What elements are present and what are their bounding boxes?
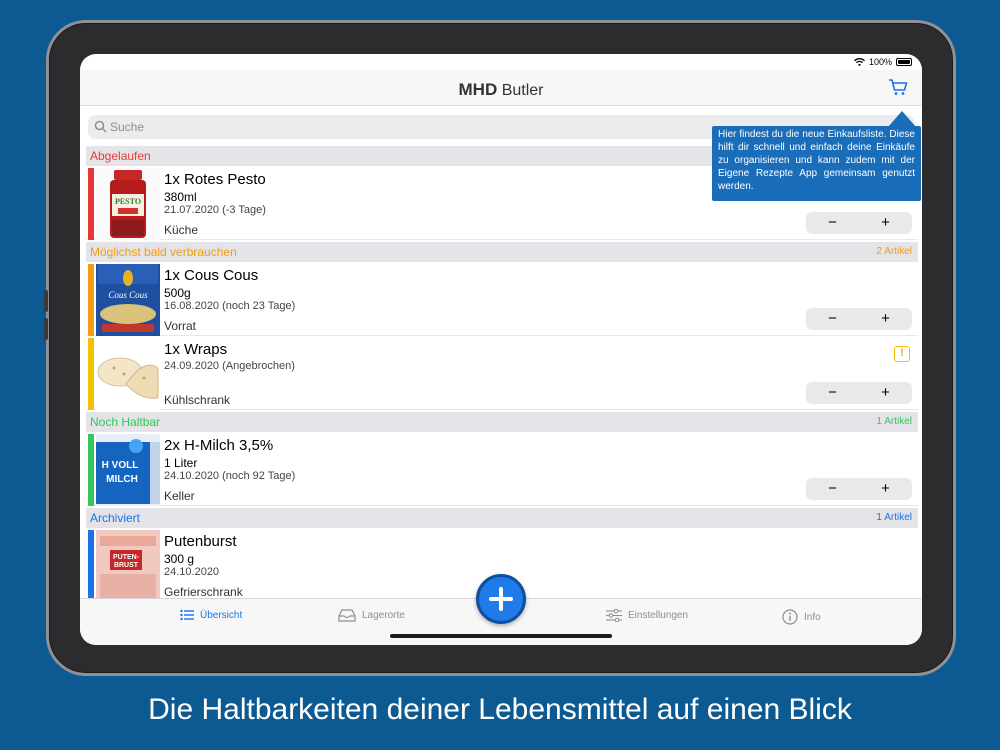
battery-percent: 100% bbox=[868, 57, 892, 67]
item-date: 24.09.2020 (Angebrochen) bbox=[164, 360, 295, 372]
item-name: 1x Wraps bbox=[164, 341, 228, 358]
item-date: 16.08.2020 (noch 23 Tage) bbox=[164, 300, 296, 312]
couscous-label: Cous Cous bbox=[108, 290, 148, 300]
item-location: Gefrierschrank bbox=[164, 585, 243, 598]
wifi-icon bbox=[854, 58, 865, 66]
list-item[interactable]: 1x Wraps 24.09.2020 (Angebrochen) Kühlsc… bbox=[86, 338, 918, 410]
volume-button-down bbox=[44, 318, 48, 340]
product-image-wraps bbox=[96, 338, 160, 410]
status-stripe bbox=[88, 434, 94, 506]
item-location: Vorrat bbox=[164, 319, 197, 333]
status-stripe bbox=[88, 338, 94, 410]
section-header-soon: Möglichst bald verbrauchen 2 Artikel bbox=[86, 242, 918, 262]
item-location: Küche bbox=[164, 223, 199, 237]
tab-einstellungen[interactable]: Einstellungen bbox=[606, 609, 688, 622]
volume-button-up bbox=[44, 290, 48, 312]
item-name: 1x Rotes Pesto bbox=[164, 171, 266, 188]
item-amount: 1 Liter bbox=[164, 456, 198, 470]
section-header-ok: Noch Haltbar 1 Artikel bbox=[86, 412, 918, 432]
status-bar: 100% bbox=[80, 54, 922, 70]
sliders-icon bbox=[606, 609, 622, 622]
increment-button[interactable]: + bbox=[859, 478, 912, 500]
milk-label-1: H VOLL bbox=[102, 460, 139, 471]
product-image-putenbrust: PUTEN- BRUST bbox=[96, 530, 160, 598]
shopping-list-tooltip[interactable]: Hier findest du die neue Einkaufsliste. … bbox=[712, 126, 921, 201]
product-image-couscous: Cous Cous bbox=[96, 264, 160, 336]
pute-label-2: BRUST bbox=[114, 562, 139, 569]
pesto-label: PESTO bbox=[115, 197, 141, 206]
list-icon bbox=[180, 609, 194, 621]
section-title: Archiviert bbox=[90, 511, 141, 525]
tab-info[interactable]: Info bbox=[782, 609, 821, 625]
section-count: 1 Artikel bbox=[876, 512, 912, 523]
item-date: 24.10.2020 bbox=[164, 566, 220, 578]
app-title: MHD Butler bbox=[80, 80, 922, 100]
nav-bar: MHD Butler bbox=[80, 70, 922, 106]
increment-button[interactable]: + bbox=[859, 212, 912, 234]
section-title: Noch Haltbar bbox=[90, 415, 161, 429]
tray-icon bbox=[338, 609, 356, 622]
pute-label-1: PUTEN- bbox=[113, 554, 140, 561]
quantity-stepper: − + bbox=[806, 382, 912, 404]
section-count: 1 Artikel bbox=[876, 416, 912, 427]
item-list: Abgelaufen PESTO 1x Rotes Pesto 380ml 21… bbox=[86, 144, 918, 598]
tab-lagerorte[interactable]: Lagerorte bbox=[338, 609, 405, 622]
app-title-rest: Butler bbox=[501, 82, 544, 99]
decrement-button[interactable]: − bbox=[806, 382, 859, 404]
product-image-milk: H VOLL MILCH bbox=[96, 434, 160, 506]
increment-button[interactable]: + bbox=[859, 308, 912, 330]
section-header-archived: Archiviert 1 Artikel bbox=[86, 508, 918, 528]
quantity-stepper: − + bbox=[806, 478, 912, 500]
item-name: 2x H-Milch 3,5% bbox=[164, 437, 274, 454]
product-image-pesto: PESTO bbox=[96, 168, 160, 240]
status-stripe bbox=[88, 168, 94, 240]
decrement-button[interactable]: − bbox=[806, 308, 859, 330]
milk-label-2: MILCH bbox=[106, 474, 138, 485]
search-icon bbox=[94, 120, 107, 133]
tab-label: Info bbox=[804, 611, 821, 623]
decrement-button[interactable]: − bbox=[806, 212, 859, 234]
shopping-cart-button[interactable] bbox=[888, 78, 910, 98]
app-screen: 100% MHD Butler Abgelaufen bbox=[80, 54, 922, 645]
cart-icon bbox=[889, 79, 908, 95]
status-stripe bbox=[88, 530, 94, 598]
add-item-button[interactable] bbox=[476, 574, 526, 624]
list-item[interactable]: H VOLL MILCH 2x H-Milch 3,5% 1 Liter 24.… bbox=[86, 434, 918, 506]
tooltip-arrow bbox=[888, 111, 916, 127]
quantity-stepper: − + bbox=[806, 308, 912, 330]
marketing-caption: Die Haltbarkeiten deiner Lebensmittel au… bbox=[148, 693, 852, 726]
tab-uebersicht[interactable]: Übersicht bbox=[180, 609, 242, 621]
item-location: Keller bbox=[164, 489, 195, 503]
item-amount: 380ml bbox=[164, 190, 197, 204]
section-title: Abgelaufen bbox=[90, 149, 151, 163]
item-name: Putenburst bbox=[164, 533, 237, 550]
tab-label: Einstellungen bbox=[628, 610, 689, 621]
increment-button[interactable]: + bbox=[859, 382, 912, 404]
status-stripe bbox=[88, 264, 94, 336]
section-count: 2 Artikel bbox=[876, 246, 912, 257]
item-amount: 500g bbox=[164, 286, 191, 300]
section-title: Möglichst bald verbrauchen bbox=[90, 245, 237, 259]
tab-label: Lagerorte bbox=[362, 610, 405, 621]
item-amount: 300 g bbox=[164, 552, 195, 566]
item-location: Kühlschrank bbox=[164, 393, 231, 407]
quantity-stepper: − + bbox=[806, 212, 912, 234]
item-date: 24.10.2020 (noch 92 Tage) bbox=[164, 470, 296, 482]
tab-label: Übersicht bbox=[200, 609, 243, 621]
item-date: 21.07.2020 (-3 Tage) bbox=[164, 204, 266, 216]
search-input[interactable] bbox=[110, 115, 810, 139]
home-indicator bbox=[390, 634, 612, 638]
decrement-button[interactable]: − bbox=[806, 478, 859, 500]
app-title-bold: MHD bbox=[458, 80, 498, 99]
info-icon bbox=[782, 609, 798, 625]
item-name: 1x Cous Cous bbox=[164, 267, 259, 284]
battery-icon bbox=[896, 58, 912, 66]
warning-icon: ! bbox=[894, 346, 910, 362]
list-item[interactable]: Cous Cous 1x Cous Cous 500g 16.08.2020 (… bbox=[86, 264, 918, 336]
